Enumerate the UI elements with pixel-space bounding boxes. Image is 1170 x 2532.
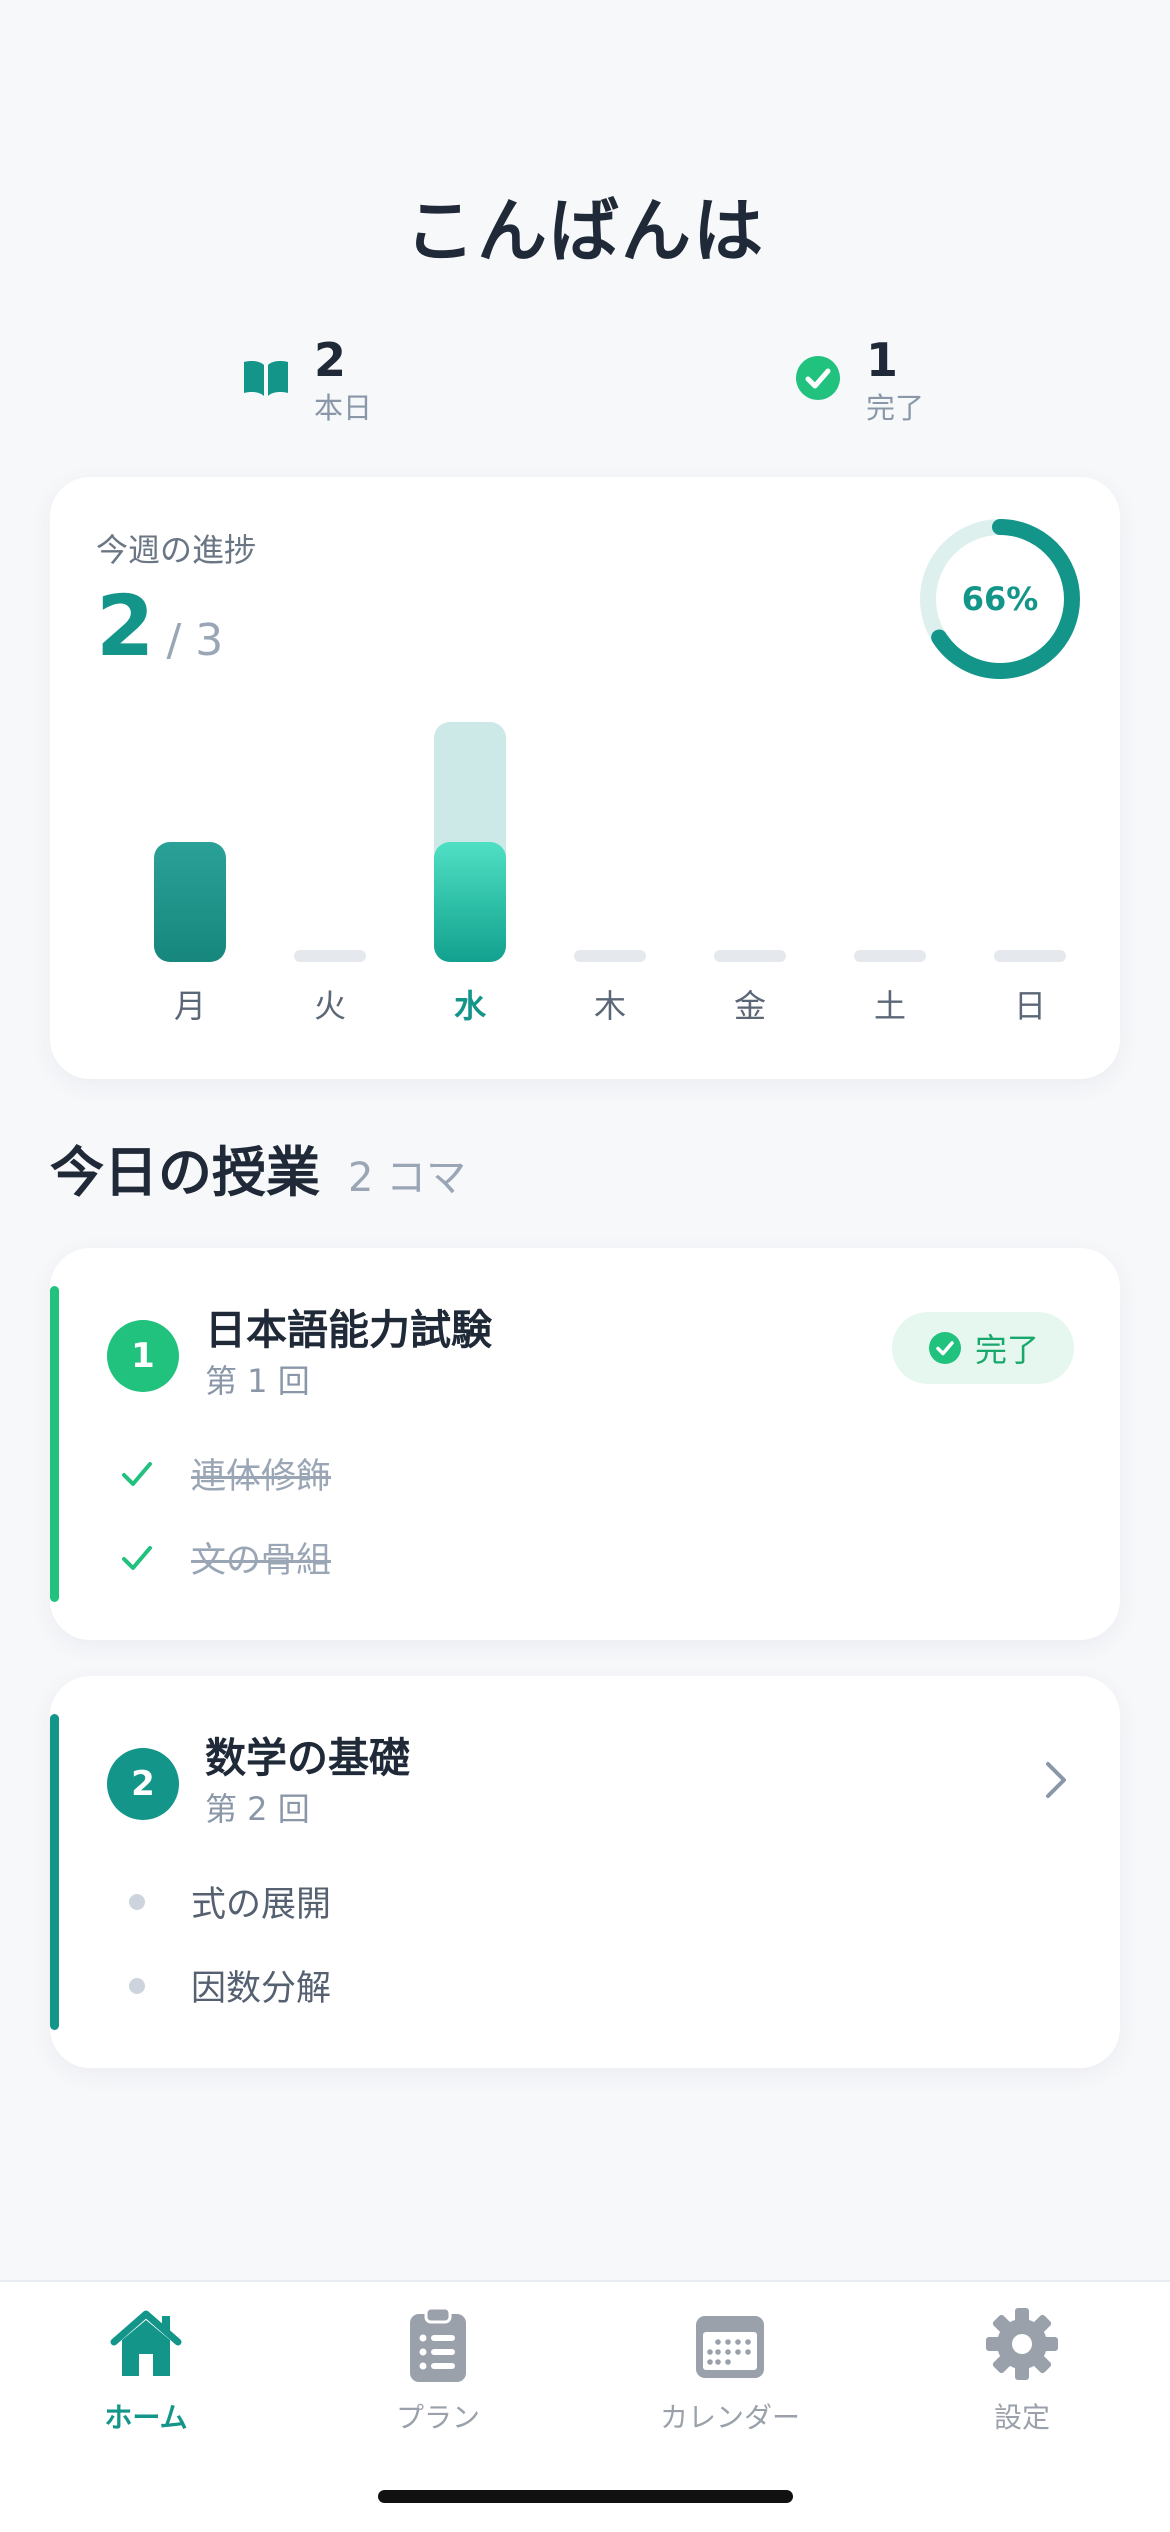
clipboard-icon (410, 2306, 466, 2382)
bar-empty (994, 950, 1066, 962)
tab-home-label: ホーム (104, 2401, 188, 2434)
bar-completed (434, 842, 506, 962)
lesson-number-badge: 2 (107, 1748, 179, 1820)
lesson-title: 日本語能力試験 (205, 1306, 492, 1354)
calendar-icon (696, 2316, 764, 2378)
day-label: 金 (734, 987, 766, 1025)
bullet-dot-icon (115, 1880, 159, 1924)
lesson-topic-label: 連体修飾 (191, 1457, 332, 1497)
lesson-topic-item: 式の展開 (115, 1876, 331, 1927)
daily-summary: 2 本日 1 完了 (0, 330, 1170, 440)
bar-empty (714, 950, 786, 962)
lesson-session: 第 2 回 (205, 1790, 310, 1828)
day-label: 日 (1014, 987, 1046, 1025)
summary-done-label: 完了 (866, 391, 925, 425)
day-label: 水 (454, 987, 487, 1025)
lesson-topic-label: 式の展開 (191, 1885, 332, 1925)
lesson-topic-label: 文の骨組 (191, 1541, 332, 1581)
bar-completed (154, 842, 226, 962)
weekly-completed-count: 2 (96, 577, 155, 675)
lesson-topic-item: 連体修飾 (115, 1448, 331, 1499)
bar-empty (294, 950, 366, 962)
tab-settings-label: 設定 (993, 2401, 1050, 2434)
lesson-accent-bar (50, 1286, 59, 1602)
weekly-total-count: / 3 (166, 615, 224, 666)
weekly-progress-ratio: 2 / 3 (96, 577, 223, 675)
weekly-progress-title: 今週の進捗 (96, 531, 257, 569)
gear-icon (986, 2308, 1058, 2380)
tab-home[interactable]: ホーム (46, 2302, 246, 2442)
tab-calendar-label: カレンダー (659, 2401, 800, 2434)
checkmark-icon (115, 1536, 159, 1580)
tab-plan-label: プラン (395, 2401, 480, 2434)
checkmark-icon (115, 1452, 159, 1496)
summary-done-value: 1 (866, 333, 899, 387)
weekly-progress-card: 今週の進捗 2 / 3 66% 月 火 水 木 金 土 日 (50, 477, 1120, 1079)
day-label: 月 (174, 987, 206, 1025)
book-icon (244, 361, 288, 396)
today-lessons-title: 今日の授業 (50, 1141, 320, 1204)
home-indicator (378, 2490, 793, 2503)
summary-done: 1 完了 (792, 330, 924, 426)
home-icon (110, 2310, 182, 2376)
day-label: 木 (594, 987, 626, 1025)
tab-settings[interactable]: 設定 (922, 2302, 1122, 2442)
lesson-card-2[interactable]: 2 数学の基礎 第 2 回 式の展開 因数分解 (50, 1676, 1120, 2068)
lesson-topic-item: 因数分解 (115, 1960, 331, 2011)
bullet-dot-icon (115, 1964, 159, 2008)
lesson-title: 数学の基礎 (205, 1734, 410, 1782)
lesson-topic-label: 因数分解 (191, 1969, 332, 2009)
day-label: 火 (314, 987, 346, 1025)
weekly-bar-chart: 月火水木金土日 (154, 722, 1066, 1025)
today-lessons-header: 今日の授業 2 コマ (50, 1128, 466, 1207)
chevron-right-icon[interactable] (1036, 1756, 1076, 1804)
summary-today: 2 本日 (240, 330, 372, 426)
progress-percent-label: 66% (961, 580, 1039, 618)
completed-status-badge: 完了 (892, 1312, 1074, 1384)
lesson-number-badge: 1 (107, 1320, 179, 1392)
lesson-card-1[interactable]: 1 日本語能力試験 第 1 回 完了 連体修飾 文の骨組 (50, 1248, 1120, 1640)
bar-empty (854, 950, 926, 962)
check-circle-icon (796, 356, 840, 400)
summary-today-label: 本日 (314, 391, 373, 425)
today-lessons-count: 2 コマ (348, 1155, 467, 1201)
check-circle-icon (928, 1332, 961, 1364)
lesson-session: 第 1 回 (205, 1362, 310, 1400)
greeting-title: こんばんは (405, 190, 765, 272)
day-label: 土 (874, 987, 906, 1025)
lesson-topic-item: 文の骨組 (115, 1532, 331, 1583)
home-screen: こんばんは 2 本日 1 完了 今週の進捗 2 / 3 66% 月 火 水 木 … (0, 0, 1170, 2532)
tab-calendar[interactable]: カレンダー (630, 2302, 830, 2442)
summary-today-value: 2 (314, 333, 347, 387)
completed-status-label: 完了 (974, 1331, 1039, 1369)
tab-plan[interactable]: プラン (338, 2302, 538, 2442)
lesson-accent-bar (50, 1714, 59, 2030)
bar-empty (574, 950, 646, 962)
